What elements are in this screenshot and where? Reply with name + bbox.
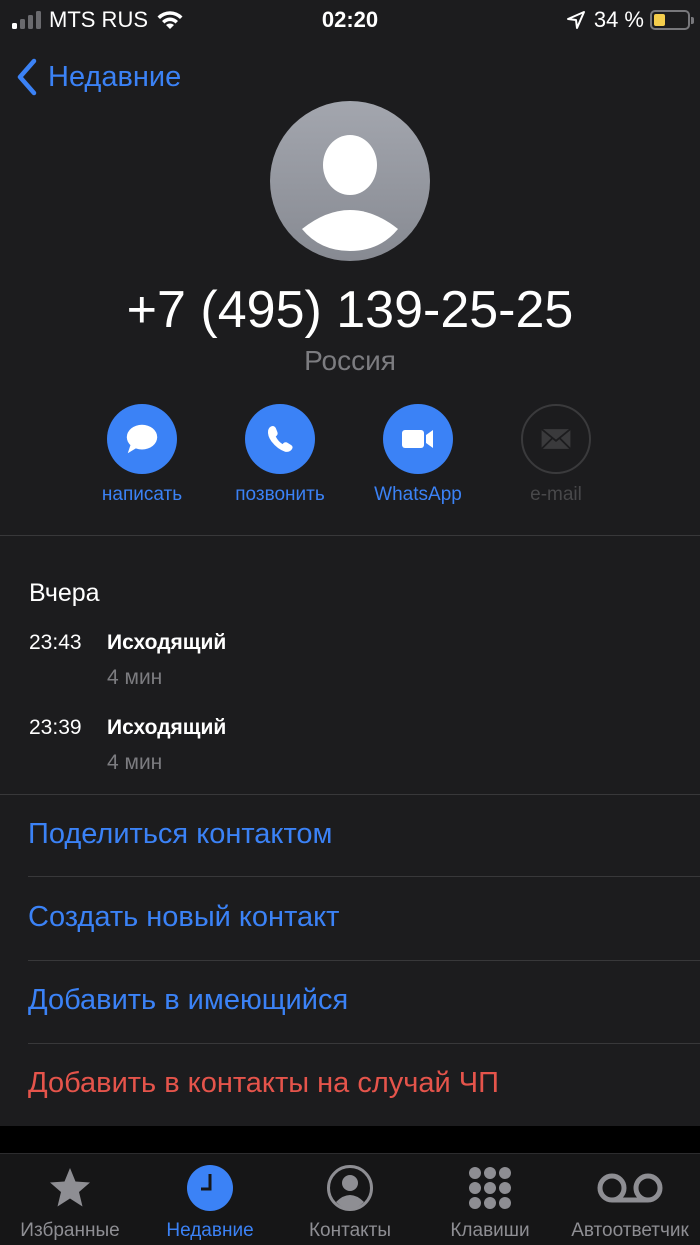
- email-label: e-mail: [530, 484, 582, 505]
- status-bar: MTS RUS 02:20 34 %: [0, 0, 700, 40]
- country-label: Россия: [304, 345, 396, 376]
- back-button[interactable]: Недавние: [14, 57, 181, 97]
- whatsapp-button-circle: [383, 404, 453, 474]
- tab-favorites[interactable]: Избранные: [0, 1154, 140, 1245]
- tab-label: Недавние: [166, 1220, 254, 1241]
- tab-label: Контакты: [308, 1220, 392, 1241]
- share-contact-button[interactable]: Поделиться контактом: [28, 818, 332, 851]
- avatar: [270, 101, 430, 261]
- envelope-icon: [540, 428, 572, 450]
- call-type: Исходящий: [107, 631, 227, 654]
- divider: [28, 1043, 700, 1044]
- add-to-existing-button[interactable]: Добавить в имеющийся: [28, 984, 348, 1017]
- add-emergency-contact-button[interactable]: Добавить в контакты на случай ЧП: [28, 1067, 499, 1100]
- keypad-icon: [469, 1167, 511, 1209]
- phone-number: +7 (495) 139-25-25: [126, 281, 574, 339]
- voicemail-icon: [597, 1173, 663, 1203]
- create-new-contact-button[interactable]: Создать новый контакт: [28, 901, 339, 934]
- tab-label: Автоответчик: [571, 1220, 689, 1241]
- whatsapp-label: WhatsApp: [374, 484, 462, 505]
- battery-icon: [650, 10, 694, 30]
- divider: [0, 794, 700, 795]
- calls-day-header: Вчера: [29, 579, 100, 607]
- battery-percent: 34 %: [593, 7, 644, 32]
- battery-fill: [654, 14, 665, 26]
- phone-icon: [267, 426, 293, 452]
- email-button-circle: [521, 404, 591, 474]
- chevron-left-icon: [17, 58, 37, 96]
- call-duration: 4 мин: [107, 666, 163, 689]
- location-arrow-icon: [566, 11, 585, 29]
- tab-recents[interactable]: Недавние: [140, 1154, 280, 1245]
- call-time: 23:43: [29, 631, 82, 654]
- tab-bar: Избранные Недавние Контакты Клавиши Авто…: [0, 1153, 700, 1245]
- call-duration: 4 мин: [107, 751, 163, 774]
- call-button[interactable]: позвонить: [210, 404, 350, 506]
- email-button[interactable]: e-mail: [486, 404, 626, 506]
- divider: [28, 960, 700, 961]
- divider: [28, 876, 700, 877]
- tab-label: Избранные: [20, 1220, 120, 1241]
- status-right: 34 %: [566, 7, 694, 33]
- call-time: 23:39: [29, 716, 82, 739]
- clock-icon: [187, 1165, 233, 1211]
- message-label: написать: [101, 484, 183, 505]
- tab-voicemail[interactable]: Автоответчик: [560, 1154, 700, 1245]
- call-label: позвонить: [235, 484, 325, 505]
- whatsapp-video-button[interactable]: WhatsApp: [348, 404, 488, 506]
- person-circle-icon: [327, 1165, 373, 1211]
- call-button-circle: [245, 404, 315, 474]
- scroll-end-area: [0, 1126, 700, 1153]
- tab-label: Клавиши: [450, 1220, 530, 1241]
- message-button[interactable]: написать: [72, 404, 212, 506]
- person-placeholder-icon: [302, 135, 398, 251]
- tab-contacts[interactable]: Контакты: [280, 1154, 420, 1245]
- video-camera-icon: [402, 430, 433, 448]
- message-bubble-icon: [126, 424, 158, 454]
- divider: [0, 535, 700, 536]
- back-label: Недавние: [48, 60, 182, 93]
- message-button-circle: [107, 404, 177, 474]
- call-type: Исходящий: [107, 716, 227, 739]
- tab-keypad[interactable]: Клавиши: [420, 1154, 560, 1245]
- star-icon: [50, 1168, 90, 1207]
